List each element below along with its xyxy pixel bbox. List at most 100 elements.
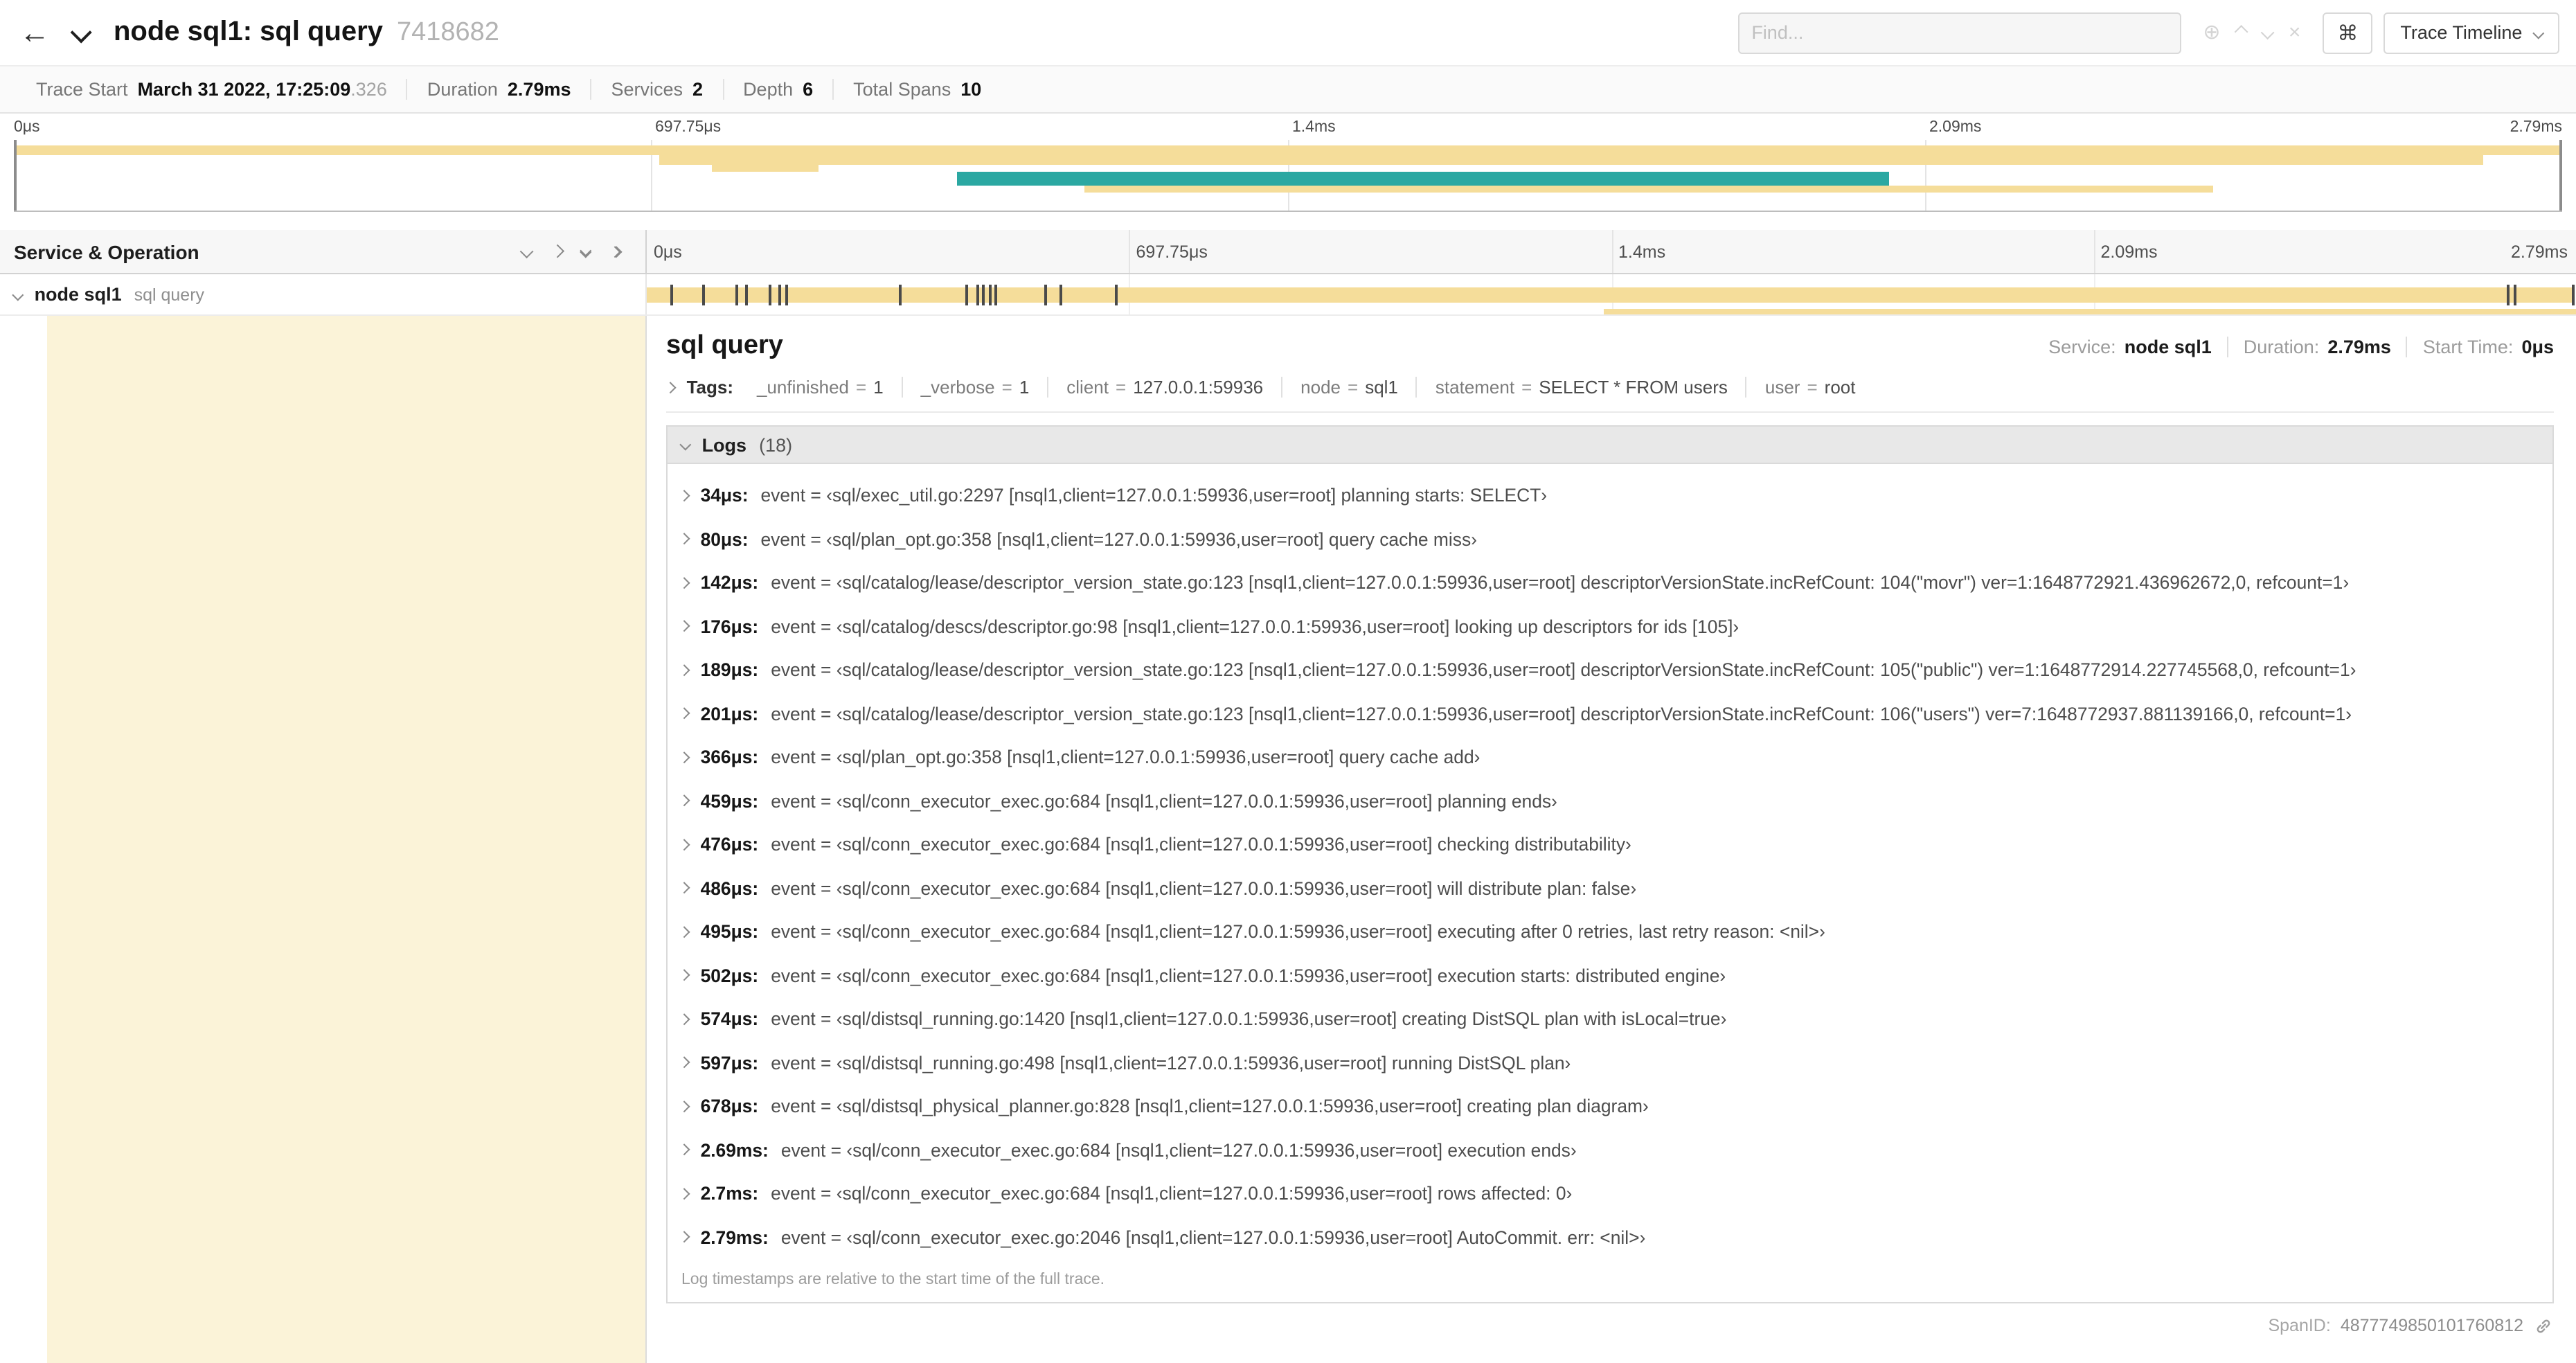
tag-key: _unfinished [757, 377, 849, 398]
next-span-bar-partial [1603, 309, 2576, 314]
log-entry[interactable]: 201μs: event = ‹sql/catalog/lease/descri… [678, 692, 2541, 736]
collapse-controls [520, 244, 623, 258]
log-marker-tick [965, 284, 968, 305]
expand-all-icon[interactable] [609, 245, 623, 258]
minimap-left-scrubber[interactable] [14, 140, 17, 211]
log-entry[interactable]: 176μs: event = ‹sql/catalog/descs/descri… [678, 605, 2541, 648]
log-marker-tick [745, 284, 749, 305]
trace-view-selector[interactable]: Trace Timeline [2383, 12, 2559, 53]
collapse-one-icon[interactable] [520, 244, 533, 258]
keyboard-shortcuts-button[interactable]: ⌘ [2323, 12, 2373, 53]
time-tick-label: 1.4ms [1292, 119, 1336, 136]
span-operation-name: sql query [134, 285, 205, 304]
minimap-span-bar [712, 165, 819, 172]
span-name-column: node sql1 sql query [0, 274, 645, 314]
span-detail-meta: Service: node sql1 Duration: 2.79ms Start … [2033, 336, 2554, 357]
log-entry[interactable]: 574μs: event = ‹sql/distsql_running.go:1… [678, 997, 2541, 1041]
log-timestamp: 366μs: [700, 747, 759, 768]
chevron-right-icon [678, 1101, 690, 1112]
copy-link-icon[interactable] [2534, 1317, 2552, 1335]
clear-search-icon[interactable]: × [2289, 22, 2301, 43]
time-tick-label: 697.75μs [655, 119, 722, 136]
collapse-all-icon[interactable] [580, 244, 592, 258]
summary-value: 2.79ms [507, 79, 571, 100]
meta-label: Service: [2048, 336, 2116, 357]
log-message: event = ‹sql/catalog/lease/descriptor_ve… [771, 572, 2350, 594]
log-entry[interactable]: 189μs: event = ‹sql/catalog/lease/descri… [678, 648, 2541, 692]
next-result-icon[interactable] [2260, 26, 2274, 39]
span-timeline-track[interactable] [645, 274, 2576, 314]
meta-item: Start Time: 0μs [2406, 336, 2554, 357]
summary-value: 6 [803, 79, 814, 100]
logs-footnote: Log timestamps are relative to the start… [681, 1272, 1105, 1288]
log-entry[interactable]: 2.69ms: event = ‹sql/conn_executor_exec.… [678, 1128, 2541, 1172]
tag-value: 127.0.0.1:59936 [1133, 377, 1264, 398]
logs-header[interactable]: Logs (18) [668, 427, 2552, 464]
span-detail-panel: sql query Service: node sql1 Duration: 2.7… [645, 316, 2576, 1363]
span-row[interactable]: node sql1 sql query [0, 274, 2576, 316]
log-marker-tick [1044, 284, 1047, 305]
time-tick-label: 1.4ms [1618, 242, 1666, 261]
log-message: event = ‹sql/conn_executor_exec.go:684 [… [771, 878, 1637, 899]
time-tick-label: 0μs [14, 119, 40, 136]
tag: user = root [1745, 377, 1874, 398]
log-entry[interactable]: 142μs: event = ‹sql/catalog/lease/descri… [678, 561, 2541, 605]
log-entry[interactable]: 597μs: event = ‹sql/distsql_running.go:4… [678, 1041, 2541, 1085]
tag-key: user [1764, 377, 1800, 398]
log-timestamp: 678μs: [700, 1096, 759, 1117]
time-tick-label: 697.75μs [1136, 242, 1208, 261]
chevron-down-icon [2533, 26, 2545, 39]
log-marker-tick [988, 284, 992, 305]
summary-value: 10 [960, 79, 982, 100]
log-message: event = ‹sql/conn_executor_exec.go:684 [… [771, 1183, 1573, 1204]
log-timestamp: 176μs: [700, 616, 759, 637]
back-button[interactable]: ← [8, 6, 61, 59]
log-entry[interactable]: 2.79ms: event = ‹sql/conn_executor_exec.… [678, 1215, 2541, 1259]
log-entry[interactable]: 80μs: event = ‹sql/plan_opt.go:358 [nsql… [678, 517, 2541, 561]
span-duration-bar[interactable] [647, 287, 2575, 302]
prev-result-icon[interactable] [2235, 26, 2248, 39]
trace-header-collapse-toggle[interactable] [61, 12, 102, 53]
log-timestamp: 574μs: [700, 1008, 759, 1030]
chevron-down-icon [679, 438, 691, 451]
meta-value: 2.79ms [2327, 336, 2391, 357]
span-service-name: node sql1 [34, 284, 122, 305]
find-input[interactable] [1751, 22, 2167, 43]
log-entry[interactable]: 2.7ms: event = ‹sql/conn_executor_exec.g… [678, 1172, 2541, 1215]
timeline-ruler: 0μs 697.75μs 1.4ms 2.09ms 2.79ms [645, 230, 2576, 273]
log-entry[interactable]: 366μs: event = ‹sql/plan_opt.go:358 [nsq… [678, 736, 2541, 779]
log-entry[interactable]: 495μs: event = ‹sql/conn_executor_exec.g… [678, 910, 2541, 954]
log-entry[interactable]: 34μs: event = ‹sql/exec_util.go:2297 [ns… [678, 474, 2541, 517]
top-bar-left: ← node sql1: sql query 7418682 [8, 6, 1737, 59]
tag: _unfinished = 1 [739, 377, 902, 398]
chevron-right-icon [678, 1013, 690, 1025]
zoom-icon[interactable]: ⊕ [2203, 22, 2220, 43]
top-bar-right: ⊕ × ⌘ Trace Timeline [1737, 12, 2559, 53]
log-entry[interactable]: 678μs: event = ‹sql/distsql_physical_pla… [678, 1085, 2541, 1128]
log-entry[interactable]: 459μs: event = ‹sql/conn_executor_exec.g… [678, 779, 2541, 823]
log-timestamp: 476μs: [700, 834, 759, 855]
log-entry[interactable]: 476μs: event = ‹sql/conn_executor_exec.g… [678, 823, 2541, 866]
log-message: event = ‹sql/exec_util.go:2297 [nsql1,cl… [760, 485, 1548, 506]
summary-value: March 31 2022, 17:25:09 [137, 79, 351, 100]
log-timestamp: 201μs: [700, 703, 759, 724]
logs-title: Logs [701, 434, 747, 455]
expand-one-icon[interactable] [550, 244, 564, 258]
log-timestamp: 495μs: [700, 921, 759, 943]
chevron-right-icon [678, 751, 690, 763]
log-marker-tick [768, 284, 771, 305]
tags-accordion[interactable]: Tags: _unfinished = 1 _verbose = 1 client = 12… [666, 377, 2554, 413]
log-message: event = ‹sql/distsql_running.go:1420 [ns… [771, 1008, 1727, 1030]
trace-view-selector-label: Trace Timeline [2400, 22, 2523, 43]
log-message: event = ‹sql/conn_executor_exec.go:684 [… [771, 790, 1557, 812]
tag-key: node [1300, 377, 1341, 398]
time-tick-label: 2.09ms [2100, 242, 2158, 261]
minimap-right-scrubber[interactable] [2559, 140, 2562, 211]
meta-label: Duration: [2243, 336, 2320, 357]
log-marker-tick [702, 284, 706, 305]
minimap-canvas[interactable] [14, 140, 2562, 212]
span-collapse-icon[interactable] [12, 288, 24, 301]
log-entry[interactable]: 502μs: event = ‹sql/conn_executor_exec.g… [678, 954, 2541, 997]
log-message: event = ‹sql/distsql_running.go:498 [nsq… [771, 1052, 1571, 1074]
log-entry[interactable]: 486μs: event = ‹sql/conn_executor_exec.g… [678, 866, 2541, 910]
